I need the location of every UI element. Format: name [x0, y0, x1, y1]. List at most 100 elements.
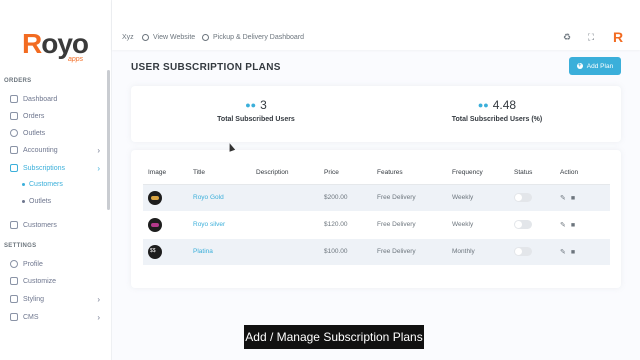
plan-description — [251, 238, 319, 266]
styling-icon — [10, 295, 18, 303]
video-caption: Add / Manage Subscription Plans — [244, 325, 424, 349]
column-header-price: Price — [319, 162, 372, 185]
status-toggle[interactable] — [514, 193, 532, 202]
sidebar-item-label: Customers — [23, 221, 57, 229]
trash-icon[interactable]: ■ — [571, 222, 575, 229]
plan-title-link[interactable]: Royo silver — [188, 211, 251, 239]
dashboard-link-label: Pickup & Delivery Dashboard — [213, 34, 305, 41]
stat-value: 4.48 — [492, 98, 517, 112]
stat-total-users: ●● 3 Total Subscribed Users — [176, 98, 336, 123]
customize-icon — [10, 277, 18, 285]
chevron-right-icon: › — [97, 145, 100, 155]
app-window: Royo apps ORDERS Dashboard Orders Outlet… — [0, 0, 640, 360]
edit-icon[interactable]: ✎ — [560, 194, 566, 202]
dashboard-link[interactable]: Pickup & Delivery Dashboard — [202, 34, 304, 41]
topbar: Xyz View Website Pickup & Delivery Dashb… — [112, 0, 640, 50]
sidebar-item-label: Subscriptions — [23, 164, 66, 172]
section-settings-heading: SETTINGS — [4, 243, 37, 249]
stat-label: Total Subscribed Users — [217, 116, 295, 123]
sidebar-scrollbar[interactable] — [107, 70, 110, 210]
add-plan-button[interactable]: + Add Plan — [569, 57, 621, 75]
plan-frequency: Monthly — [447, 238, 509, 266]
bullet-icon — [22, 183, 25, 186]
trash-icon[interactable]: ■ — [571, 195, 575, 202]
logo-word: oyo — [41, 28, 89, 59]
bell-icon[interactable]: ♻ — [562, 32, 572, 42]
plan-image — [148, 190, 162, 205]
sidebar-item-styling[interactable]: Styling › — [10, 292, 104, 306]
sidebar-item-cms[interactable]: CMS › — [10, 310, 104, 324]
sidebar-subitem-label: Outlets — [29, 198, 52, 205]
sidebar-item-customers[interactable]: Customers — [10, 218, 104, 232]
sidebar-item-subscriptions[interactable]: Subscriptions › — [10, 161, 104, 175]
users-icon: ●● — [477, 100, 489, 110]
plan-price: $200.00 — [319, 184, 372, 212]
plan-frequency: Weekly — [447, 211, 509, 239]
plan-features: Free Delivery — [372, 184, 447, 212]
plan-frequency: Weekly — [447, 184, 509, 212]
plan-description — [251, 211, 319, 239]
sidebar-item-label: Styling — [23, 295, 45, 303]
plans-table: Image Title Description Price Features F… — [143, 162, 610, 266]
sidebar-subitem-outlets[interactable]: Outlets — [22, 198, 51, 205]
stat-label: Total Subscribed Users (%) — [451, 116, 543, 123]
view-website-label: View Website — [153, 34, 196, 41]
sidebar-item-label: Orders — [23, 112, 45, 120]
sidebar-item-label: Dashboard — [23, 95, 58, 103]
column-header-frequency: Frequency — [447, 162, 509, 185]
chevron-right-icon: › — [97, 294, 100, 304]
stat-value: 3 — [260, 98, 267, 112]
logo-letter: R — [22, 28, 42, 59]
sidebar-item-orders[interactable]: Orders — [10, 109, 104, 123]
plan-price: $120.00 — [319, 211, 372, 239]
plan-title-link[interactable]: Platina — [188, 238, 251, 266]
edit-icon[interactable]: ✎ — [560, 248, 566, 256]
page-title: USER SUBSCRIPTION PLANS — [131, 62, 281, 73]
table-header-row: Image Title Description Price Features F… — [143, 162, 610, 185]
stats-card: ●● 3 Total Subscribed Users ●● 4.48 Total … — [131, 86, 621, 142]
sidebar-item-label: Accounting — [23, 146, 58, 154]
plan-image — [148, 217, 162, 232]
logo-subtitle: apps — [68, 56, 84, 63]
sidebar-subitem-label: Customers — [29, 181, 63, 188]
status-toggle[interactable] — [514, 220, 532, 229]
chevron-right-icon: › — [97, 312, 100, 322]
view-website-link[interactable]: View Website — [142, 34, 195, 41]
bullet-icon — [22, 200, 25, 203]
plan-title-link[interactable]: Royo Gold — [188, 184, 251, 212]
sidebar-item-customize[interactable]: Customize — [10, 274, 104, 288]
column-header-image: Image — [143, 162, 188, 185]
table-row: Royo Gold $200.00 Free Delivery Weekly ✎… — [143, 184, 610, 212]
customers-icon — [10, 221, 18, 229]
sidebar-item-label: Profile — [23, 260, 43, 268]
chevron-down-icon: › — [97, 163, 100, 173]
fullscreen-icon[interactable]: ⛶ — [586, 32, 596, 42]
globe-icon — [202, 34, 209, 41]
column-header-features: Features — [372, 162, 447, 185]
dashboard-icon — [10, 95, 18, 103]
sidebar-item-profile[interactable]: Profile — [10, 257, 104, 271]
sidebar-item-dashboard[interactable]: Dashboard — [10, 92, 104, 106]
table-row: Royo silver $120.00 Free Delivery Weekly… — [143, 211, 610, 239]
profile-icon — [10, 260, 18, 268]
section-orders-heading: ORDERS — [4, 78, 32, 84]
orders-icon — [10, 112, 18, 120]
royo-logo[interactable]: Royo apps — [22, 28, 89, 64]
sidebar-item-accounting[interactable]: Accounting › — [10, 143, 104, 157]
column-header-action: Action — [555, 162, 610, 185]
edit-icon[interactable]: ✎ — [560, 221, 566, 229]
trash-icon[interactable]: ■ — [571, 249, 575, 256]
store-name[interactable]: Xyz — [122, 34, 134, 41]
plan-features: Free Delivery — [372, 211, 447, 239]
plus-icon: + — [576, 63, 583, 69]
subscriptions-icon — [10, 164, 18, 172]
sidebar-item-label: Outlets — [23, 129, 46, 137]
topbar-brand-mark[interactable]: R — [613, 29, 623, 45]
status-toggle[interactable] — [514, 247, 532, 256]
sidebar-subitem-customers[interactable]: Customers — [22, 181, 63, 188]
users-icon: ●● — [245, 100, 257, 110]
column-header-status: Status — [509, 162, 555, 185]
sidebar-item-outlets[interactable]: Outlets — [10, 126, 104, 140]
stat-total-users-percent: ●● 4.48 Total Subscribed Users (%) — [417, 98, 577, 123]
plan-image — [148, 244, 162, 259]
